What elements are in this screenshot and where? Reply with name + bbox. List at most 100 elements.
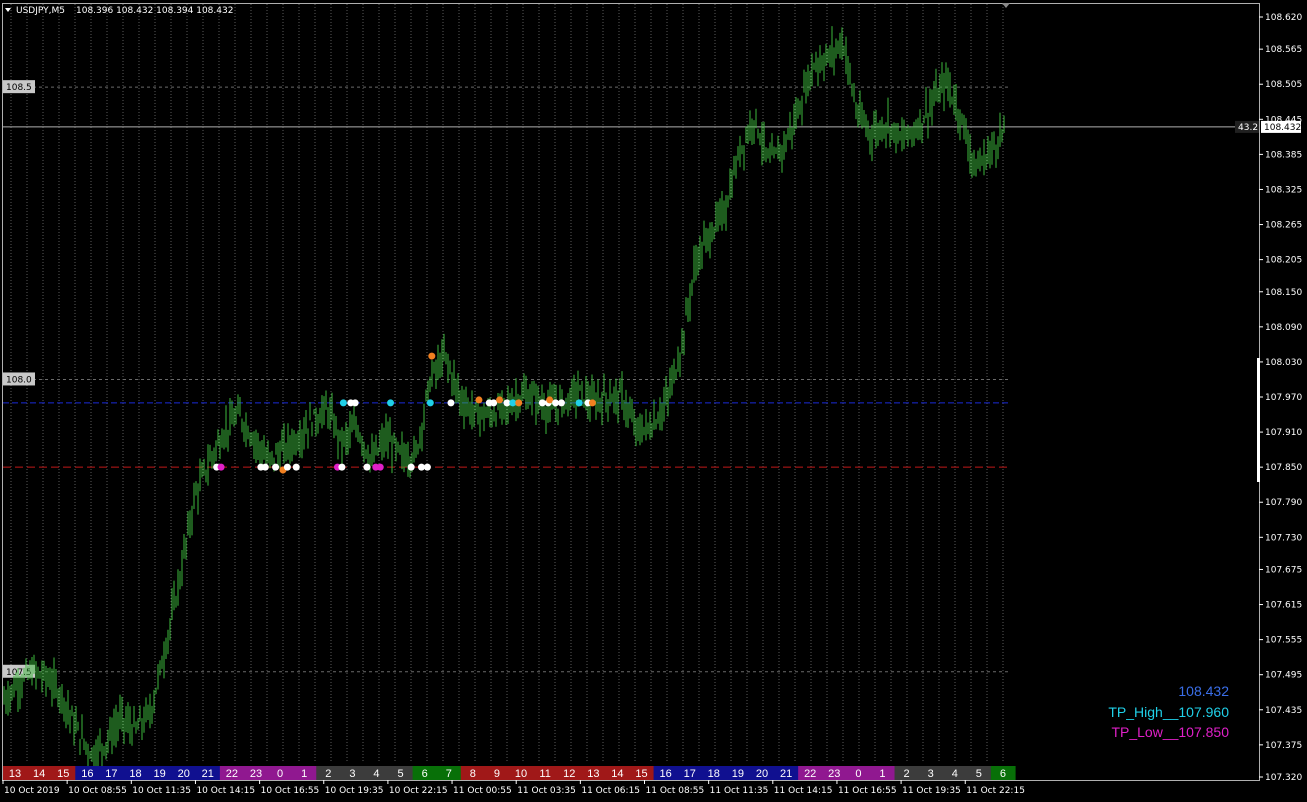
price-tick-label: 108.620 (1265, 13, 1302, 23)
signal-marker (557, 399, 565, 407)
hour-cell-label: 4 (373, 768, 379, 780)
hour-cell-label: 1 (301, 768, 307, 780)
price-tick-label: 107.675 (1265, 565, 1302, 575)
hour-cell-label: 15 (635, 768, 647, 780)
signal-marker (351, 399, 359, 407)
hour-cell-label: 17 (684, 768, 696, 780)
hour-cell-label: 5 (976, 768, 982, 780)
price-tick-label: 108.565 (1265, 45, 1302, 55)
info-current-price: 108.432 (1178, 683, 1229, 699)
signal-marker (387, 399, 395, 407)
hour-cell-label: 21 (202, 768, 214, 780)
price-tick-label: 108.325 (1265, 185, 1302, 195)
time-tick-label: 11 Oct 22:15 (966, 786, 1025, 796)
round-level-label: 108.0 (6, 375, 32, 385)
hour-cell-label: 18 (129, 768, 141, 780)
time-tick-label: 10 Oct 14:15 (196, 786, 255, 796)
time-tick-label: 11 Oct 08:55 (646, 786, 705, 796)
hour-cell-label: 11 (539, 768, 550, 780)
time-tick-label: 11 Oct 03:35 (517, 786, 576, 796)
hour-cell-label: 16 (659, 768, 671, 780)
hour-cell-label: 19 (153, 768, 165, 780)
hour-cell-label: 6 (422, 768, 428, 780)
hour-cell-label: 22 (226, 768, 238, 780)
time-tick-label: 10 Oct 11:35 (132, 786, 191, 796)
hour-cell-label: 10 (515, 768, 527, 780)
time-tick-label: 10 Oct 19:35 (325, 786, 384, 796)
price-tick-label: 107.790 (1265, 498, 1302, 508)
price-tick-label: 107.495 (1265, 671, 1302, 681)
price-tick-label: 108.385 (1265, 150, 1302, 160)
time-tick-label: 11 Oct 00:55 (453, 786, 512, 796)
time-tick-label: 10 Oct 2019 (4, 786, 60, 796)
hour-cell-label: 13 (9, 768, 21, 780)
price-tick-label: 107.910 (1265, 428, 1302, 438)
hour-cell-label: 23 (828, 768, 840, 780)
hour-cell-label: 0 (855, 768, 861, 780)
hour-cell-label: 15 (57, 768, 69, 780)
hour-cell-label: 0 (277, 768, 283, 780)
price-tick-label: 107.435 (1265, 706, 1302, 716)
time-tick-label: 11 Oct 14:15 (774, 786, 833, 796)
signal-marker (292, 463, 300, 471)
hour-cell-label: 14 (611, 768, 623, 780)
price-tick-label: 108.505 (1265, 80, 1302, 90)
hour-cell-label: 17 (105, 768, 117, 780)
ohlc-label: 108.396 108.432 108.394 108.432 (76, 6, 233, 16)
hour-cell-label: 23 (250, 768, 262, 780)
signal-marker (261, 463, 269, 471)
hour-cell-label: 2 (325, 768, 331, 780)
hour-cell-label: 22 (804, 768, 816, 780)
price-marker-label: 43.2 (1238, 123, 1258, 133)
signal-marker (363, 463, 371, 471)
session-hour-bar: 13 14 15 16 17 18 19 20 21 22 23 0 1 2 3 4 5 6 7 8 9 10 11 12 13… (3, 766, 1016, 780)
time-tick-label: 11 Oct 06:15 (581, 786, 640, 796)
time-tick-label: 10 Oct 16:55 (261, 786, 320, 796)
signal-marker (515, 399, 523, 407)
info-tp-low: TP_Low__107.850 (1111, 724, 1229, 740)
hour-cell-label: 12 (563, 768, 575, 780)
hour-cell-label: 16 (81, 768, 93, 780)
hour-cell-label: 14 (33, 768, 45, 780)
round-level-label: 108.5 (6, 83, 32, 93)
price-tick-label: 108.030 (1265, 358, 1302, 368)
hour-cell-label: 2 (904, 768, 910, 780)
price-tick-label: 108.205 (1265, 256, 1302, 266)
hour-cell-label: 13 (587, 768, 599, 780)
hour-cell-label: 3 (928, 768, 934, 780)
price-tick-label: 107.850 (1265, 463, 1302, 473)
signal-marker (447, 399, 455, 407)
signal-marker (338, 463, 346, 471)
hour-cell-label: 4 (952, 768, 958, 780)
info-tp-high: TP_High__107.960 (1108, 704, 1229, 720)
price-tick-label: 107.615 (1265, 601, 1302, 611)
price-chart[interactable]: 108.5108.0107.543.2 108.620108.565108.50… (0, 0, 1307, 802)
time-tick-label: 11 Oct 16:55 (838, 786, 897, 796)
hour-cell-label: 21 (780, 768, 792, 780)
signal-marker (423, 463, 431, 471)
price-tick-label: 108.090 (1265, 323, 1302, 333)
hour-cell-label: 20 (178, 768, 190, 780)
signal-marker (376, 463, 384, 471)
time-tick-label: 11 Oct 11:35 (710, 786, 769, 796)
hour-cell-label: 20 (756, 768, 768, 780)
current-price-label: 108.432 (1264, 123, 1301, 133)
signal-marker (475, 396, 483, 404)
hour-cell-label: 18 (708, 768, 720, 780)
hour-cell-label: 6 (1000, 768, 1006, 780)
time-tick-label: 11 Oct 19:35 (902, 786, 961, 796)
hour-cell-label: 3 (349, 768, 355, 780)
price-tick-label: 108.265 (1265, 221, 1302, 231)
price-tick-label: 108.150 (1265, 288, 1302, 298)
signal-marker (496, 396, 504, 404)
hour-cell-label: 1 (879, 768, 885, 780)
price-tick-label: 107.320 (1265, 773, 1302, 783)
hour-cell-label: 19 (732, 768, 744, 780)
signal-marker (588, 399, 596, 407)
signal-marker (272, 463, 280, 471)
signal-marker (428, 352, 436, 360)
signal-marker (426, 399, 434, 407)
price-tick-label: 107.730 (1265, 533, 1302, 543)
signal-marker (217, 463, 225, 471)
price-tick-label: 107.970 (1265, 393, 1302, 403)
